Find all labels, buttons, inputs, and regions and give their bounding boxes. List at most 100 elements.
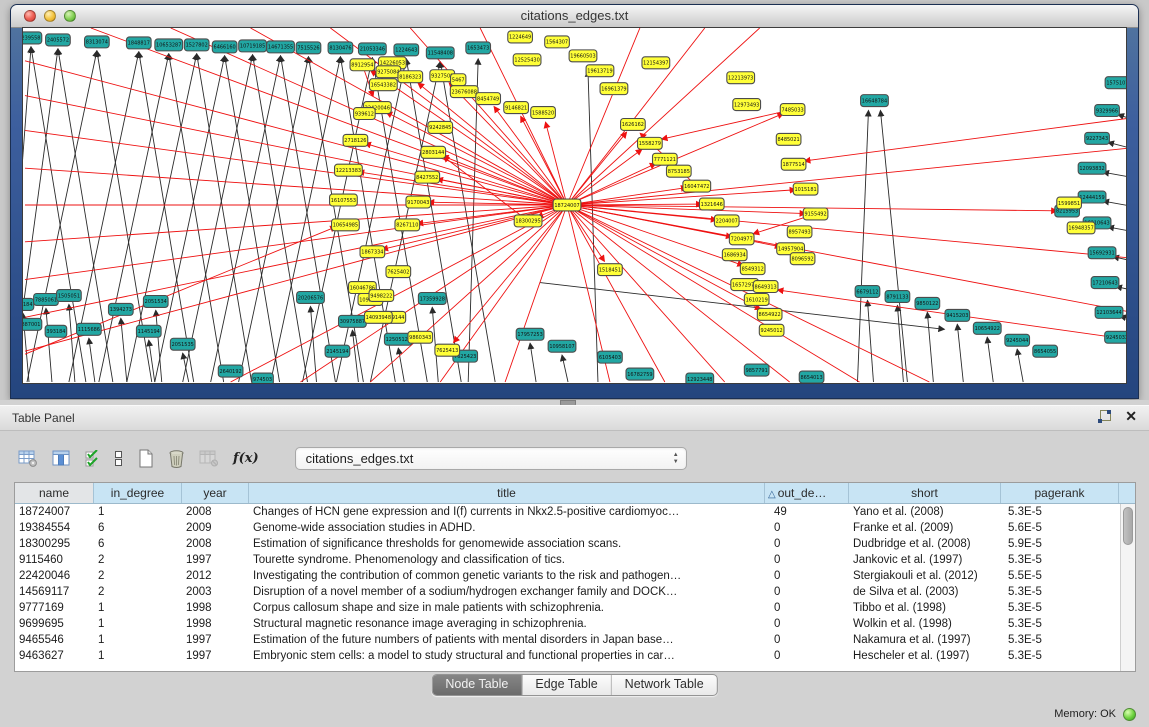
graph-node[interactable]: 393184 <box>45 325 67 337</box>
graph-node[interactable]: 1626162 <box>621 118 646 130</box>
graph-node[interactable]: 8549312 <box>740 263 765 275</box>
graph-node[interactable]: 16107553 <box>330 194 358 206</box>
graph-node[interactable]: 1224649 <box>508 31 533 43</box>
graph-node[interactable]: 8130476 <box>328 42 353 54</box>
graph-node[interactable]: 12525430 <box>513 54 541 66</box>
graph-node[interactable]: 1653473 <box>466 42 491 54</box>
graph-node[interactable]: 9155492 <box>803 208 828 220</box>
table-row[interactable]: 946362711997Embryonic stem cells: a mode… <box>15 648 1135 664</box>
tab-edge-table[interactable]: Edge Table <box>521 675 610 695</box>
graph-node[interactable]: 17210643 <box>1091 277 1119 289</box>
graph-node[interactable]: 1505051 <box>57 290 82 302</box>
graph-node[interactable]: 10654985 <box>332 219 360 231</box>
graph-node[interactable]: 8313074 <box>85 36 110 48</box>
table-row[interactable]: 1938455462009Genome-wide association stu… <box>15 520 1135 536</box>
graph-node[interactable]: 5467 <box>451 74 466 86</box>
graph-node[interactable]: 7515526 <box>296 42 321 54</box>
graph-node[interactable]: 11548408 <box>426 47 454 59</box>
select-rows-button[interactable] <box>85 450 100 467</box>
graph-node[interactable]: 16948357 <box>1067 222 1095 234</box>
graph-node[interactable]: 1867334 <box>360 246 385 258</box>
table-row[interactable]: 1456911722003Disruption of a novel membe… <box>15 584 1135 600</box>
graph-node[interactable]: 9245012 <box>759 324 784 336</box>
graph-node[interactable]: 12923448 <box>686 373 714 383</box>
graph-node[interactable]: 19613719 <box>586 65 614 77</box>
table-settings-button[interactable] <box>18 450 38 467</box>
column-header-year[interactable]: year <box>182 483 249 503</box>
tab-node-table[interactable]: Node Table <box>432 675 521 695</box>
graph-node[interactable]: 939184 <box>23 298 34 310</box>
graph-node[interactable]: 12973493 <box>733 99 761 111</box>
graph-node[interactable]: 9245044 <box>1005 334 1030 346</box>
graph-node[interactable]: 19660503 <box>569 50 597 62</box>
graph-node[interactable]: 2405572 <box>46 34 71 46</box>
graph-node[interactable]: 8654013 <box>799 371 824 383</box>
graph-node[interactable]: 2640192 <box>218 365 243 377</box>
row-height-button[interactable] <box>114 450 124 467</box>
graph-node[interactable]: 239558 <box>23 32 42 44</box>
graph-node[interactable]: 7771121 <box>653 153 678 165</box>
graph-node[interactable]: 1610219 <box>744 294 769 306</box>
graph-node[interactable]: 23676088 <box>450 86 478 98</box>
graph-node[interactable]: 1848817 <box>126 37 151 49</box>
graph-node[interactable]: 939612 <box>354 108 376 120</box>
graph-node[interactable]: 12213383 <box>335 164 363 176</box>
graph-node[interactable]: 8427552 <box>415 171 440 183</box>
table-row[interactable]: 1830029562008Estimation of significance … <box>15 536 1135 552</box>
graph-node[interactable]: 1686934 <box>722 249 747 261</box>
graph-node[interactable]: 1877514 <box>781 158 806 170</box>
graph-node[interactable]: 8957493 <box>787 226 812 238</box>
graph-node[interactable]: 18724007 <box>553 199 581 211</box>
graph-node[interactable]: 12154397 <box>642 57 670 69</box>
graph-node[interactable]: 9275084 <box>376 66 401 78</box>
graph-node[interactable]: 974503 <box>252 373 274 383</box>
graph-node[interactable]: 16543382 <box>369 79 397 91</box>
graph-node[interactable]: 1558279 <box>638 137 663 149</box>
graph-node[interactable]: 7625413 <box>435 344 460 356</box>
graph-node[interactable]: 7885061 <box>34 294 59 306</box>
graph-node[interactable]: 887001 <box>23 318 42 330</box>
column-header-name[interactable]: name <box>15 483 94 503</box>
column-header-pagerank[interactable]: pagerank <box>1001 483 1119 503</box>
graph-node[interactable]: 9850122 <box>915 297 940 309</box>
graph-node[interactable]: 1599851 <box>1057 197 1082 209</box>
graph-node[interactable]: 8454749 <box>476 93 501 105</box>
graph-node[interactable]: 9498222 <box>369 290 394 302</box>
graph-node[interactable]: 9857791 <box>744 364 769 376</box>
close-panel-icon[interactable]: ✕ <box>1125 410 1137 423</box>
vertical-scrollbar[interactable] <box>1120 504 1135 671</box>
new-table-button[interactable] <box>138 449 154 468</box>
graph-node[interactable]: 2803144 <box>421 146 446 158</box>
show-columns-button[interactable] <box>52 450 71 466</box>
graph-node[interactable]: 21053346 <box>358 43 386 55</box>
graph-node[interactable]: 6679112 <box>855 286 880 298</box>
graph-node[interactable]: 15751074 <box>1105 77 1126 89</box>
graph-node[interactable]: 30975887 <box>339 315 367 327</box>
graph-node[interactable]: 9329966 <box>1095 105 1120 117</box>
network-canvas[interactable]: 2395582405572831307418488171065328715278… <box>23 28 1126 383</box>
graph-node[interactable]: 8654922 <box>757 308 782 320</box>
graph-node[interactable]: 9242845 <box>428 121 453 133</box>
graph-node[interactable]: 16047472 <box>683 180 711 192</box>
graph-node[interactable]: 17957253 <box>516 328 544 340</box>
scrollbar-thumb[interactable] <box>1123 507 1133 545</box>
graph-node[interactable]: 1588520 <box>531 107 556 119</box>
graph-node[interactable]: 10653287 <box>155 39 183 51</box>
graph-node[interactable]: 16782759 <box>626 368 654 380</box>
graph-node[interactable]: 2051534 <box>143 295 168 307</box>
graph-node[interactable]: 9170043 <box>406 196 431 208</box>
graph-node[interactable]: 1015181 <box>793 183 818 195</box>
graph-node[interactable]: 8267110 <box>395 219 420 231</box>
import-table-disabled-button[interactable] <box>199 450 219 467</box>
graph-node[interactable]: 8654055 <box>1033 345 1058 357</box>
graph-node[interactable]: 9227343 <box>1085 132 1110 144</box>
graph-node[interactable]: 1394273 <box>108 303 133 315</box>
float-panel-icon[interactable] <box>1098 410 1111 423</box>
graph-node[interactable]: 8096592 <box>790 253 815 265</box>
memory-ok-indicator[interactable] <box>1123 708 1136 721</box>
graph-node[interactable]: 1564307 <box>545 36 570 48</box>
graph-node[interactable]: 1321646 <box>699 198 724 210</box>
graph-node[interactable]: 7485033 <box>780 104 805 116</box>
graph-node[interactable]: 12213973 <box>727 72 755 84</box>
graph-node[interactable]: 10719185 <box>239 40 267 52</box>
